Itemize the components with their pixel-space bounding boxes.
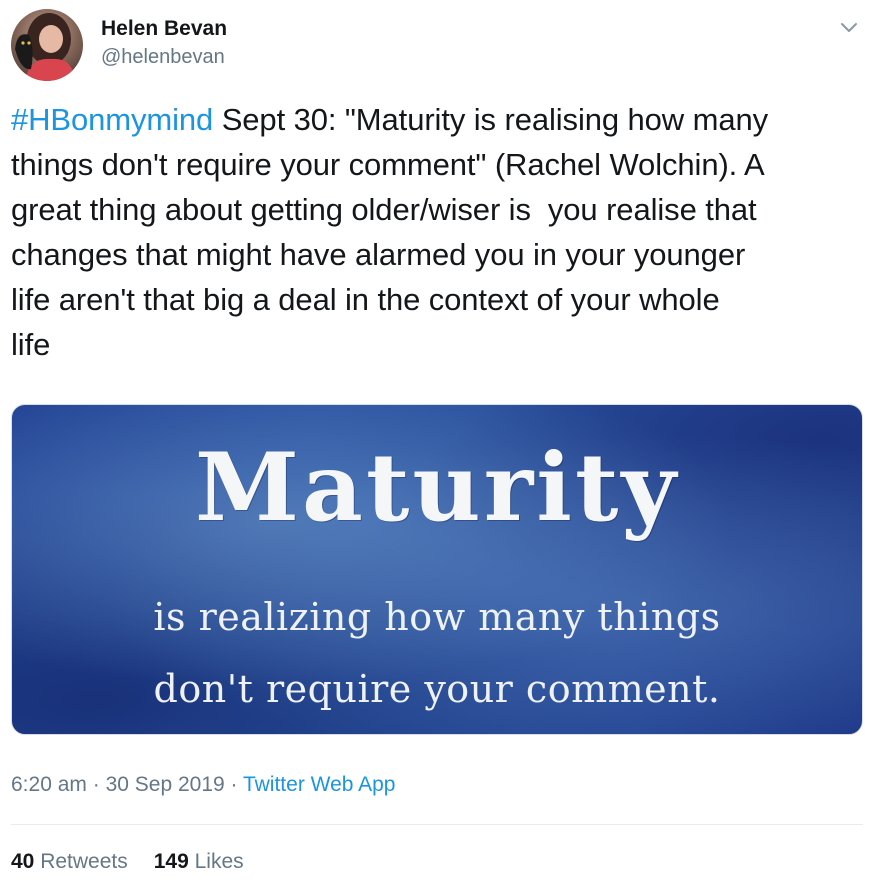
meta-separator: · [86,773,106,796]
tweet-source-link[interactable]: Twitter Web App [243,773,396,796]
meta-separator: · [224,773,243,796]
likes-count: 149 [153,850,189,873]
tweet-meta: 6:20 am · 30 Sep 2019 · Twitter Web App [11,773,396,797]
retweets-stat[interactable]: 40 Retweets [11,850,128,874]
divider [11,824,863,825]
tweet-image[interactable]: Maturity is realizing how many things do… [11,404,863,735]
tweet-text: #HBonmymind Sept 30: "Maturity is realis… [11,97,869,367]
hashtag-link[interactable]: #HBonmymind [11,102,213,137]
image-caption-line-2: don't require your comment. [153,667,721,711]
retweets-count: 40 [11,850,35,873]
image-caption-line-1: is realizing how many things [153,595,721,639]
chevron-down-icon[interactable] [838,16,860,38]
tweet-time[interactable]: 6:20 am [11,773,87,796]
likes-stat[interactable]: 149 Likes [154,850,244,874]
likes-label: Likes [188,850,244,873]
tweet-body: Sept 30: "Maturity is realising how many… [11,102,769,362]
tweet-date[interactable]: 30 Sep 2019 [106,773,225,796]
author-name[interactable]: Helen Bevan [101,17,227,41]
image-title: Maturity [195,433,679,543]
tweet: Helen Bevan @helenbevan #HBonmymind Sept… [0,0,873,890]
avatar[interactable] [11,9,83,81]
author-handle[interactable]: @helenbevan [101,46,225,69]
tweet-stats: 40 Retweets 149 Likes [11,850,244,874]
retweets-label: Retweets [34,850,128,873]
